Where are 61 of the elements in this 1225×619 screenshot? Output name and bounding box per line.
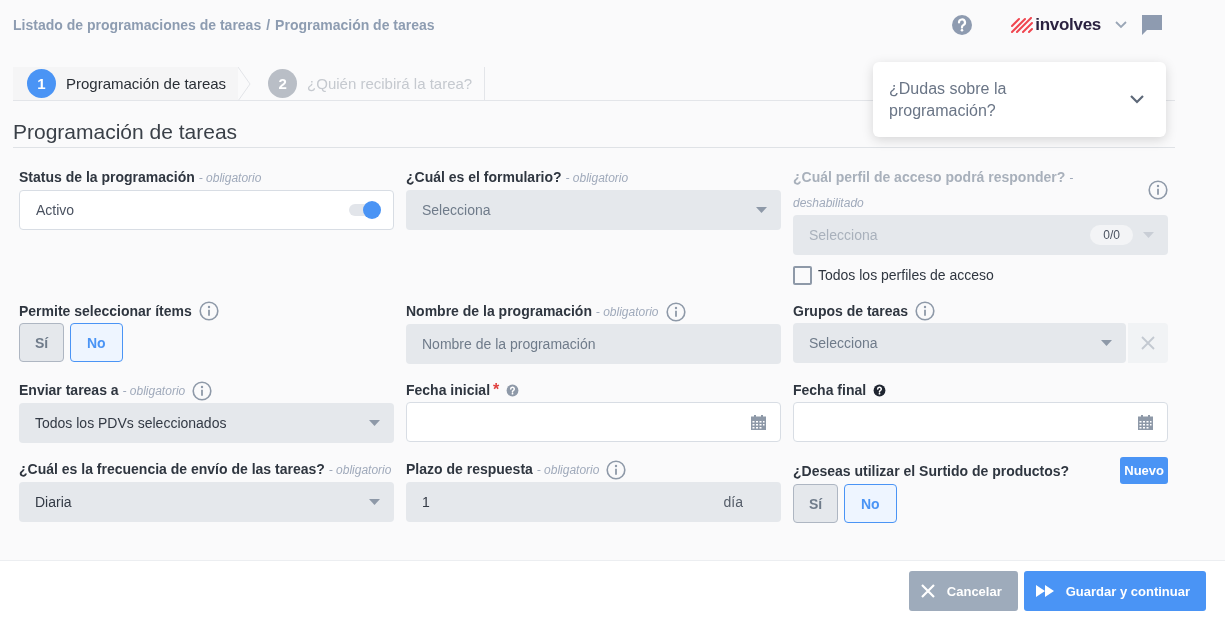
unit-label: día — [723, 494, 743, 510]
field-label: Fecha inicial — [406, 381, 491, 400]
info-icon[interactable] — [606, 459, 627, 480]
close-icon — [920, 584, 935, 598]
step-number: 1 — [27, 69, 56, 98]
breadcrumb-link[interactable]: Programación de tareas — [275, 17, 435, 33]
select-field[interactable]: Selecciona — [793, 323, 1126, 363]
chevron-down-icon[interactable] — [1115, 21, 1127, 29]
step-tab[interactable]: 1 Programación de tareas — [13, 67, 239, 100]
brand-logo[interactable]: involves — [1011, 15, 1101, 35]
clear-button[interactable] — [1128, 323, 1168, 363]
info-icon[interactable] — [198, 301, 219, 321]
choice-button[interactable]: Sí — [19, 323, 64, 362]
field-label: Nombre de la programación - obligatorio — [406, 302, 659, 321]
field-label: Fecha final — [793, 381, 867, 400]
breadcrumb-separator: / — [266, 17, 271, 33]
field-label: ¿Cuál es la frecuencia de envío de las tareas? - obligatorio — [19, 460, 392, 479]
field-label: Plazo de respuesta - obligatorio — [406, 460, 600, 479]
help-icon[interactable] — [873, 383, 887, 397]
field-label: ¿Deseas utilizar el Surtido de productos? — [793, 461, 1070, 481]
cancel-button[interactable]: Cancelar — [908, 571, 1018, 611]
calendar-icon — [751, 414, 766, 430]
breadcrumb-link[interactable]: Listado de programaciones de tareas — [13, 17, 262, 33]
date-input[interactable] — [793, 402, 1168, 442]
help-panel[interactable]: ¿Dudas sobre la programación? — [873, 62, 1166, 137]
choice-button[interactable]: Sí — [793, 484, 838, 523]
toggle-switch[interactable] — [349, 204, 379, 216]
stripes-icon — [1011, 17, 1034, 33]
caret-down-icon — [1101, 340, 1112, 346]
close-icon — [1141, 336, 1155, 350]
number-input[interactable]: 1 día — [406, 482, 781, 522]
caret-down-icon — [756, 207, 767, 213]
info-icon[interactable] — [915, 301, 936, 321]
select-field[interactable]: Selecciona — [406, 190, 781, 230]
caret-down-icon — [1143, 232, 1154, 238]
new-badge: Nuevo — [1120, 457, 1168, 484]
choice-button[interactable]: No — [844, 484, 897, 523]
field-label: Enviar tareas a - obligatorio — [19, 381, 186, 400]
name-input[interactable]: Nombre de la programación — [406, 324, 781, 364]
fast-forward-icon — [1035, 585, 1054, 597]
info-icon[interactable] — [665, 301, 686, 322]
save-button[interactable]: Guardar y continuar — [1023, 571, 1206, 611]
chat-icon[interactable] — [1141, 14, 1163, 36]
select-field[interactable]: Diaria — [19, 482, 394, 522]
date-input[interactable] — [406, 402, 781, 442]
count-badge: 0/0 — [1090, 225, 1133, 245]
status-field: Activo — [19, 190, 394, 230]
field-label: ¿Cuál perfil de acceso podrá responder? - deshabilitado — [793, 168, 1075, 212]
field-label: Permite seleccionar ítems — [19, 302, 192, 321]
choice-button[interactable]: No — [70, 323, 123, 362]
caret-down-icon — [369, 499, 380, 505]
field-label: ¿Cuál es el formulario? - obligatorio — [406, 168, 629, 187]
field-label: Grupos de tareas — [793, 302, 909, 321]
caret-down-icon — [369, 420, 380, 426]
required-mark: * — [493, 381, 500, 399]
select-field[interactable]: Todos los PDVs seleccionados — [19, 403, 394, 443]
chevron-down-icon — [1130, 95, 1144, 104]
field-label: Status de la programación - obligatorio — [19, 168, 262, 187]
step-number: 2 — [268, 69, 298, 98]
info-icon[interactable] — [192, 380, 213, 401]
calendar-icon — [1138, 414, 1153, 430]
